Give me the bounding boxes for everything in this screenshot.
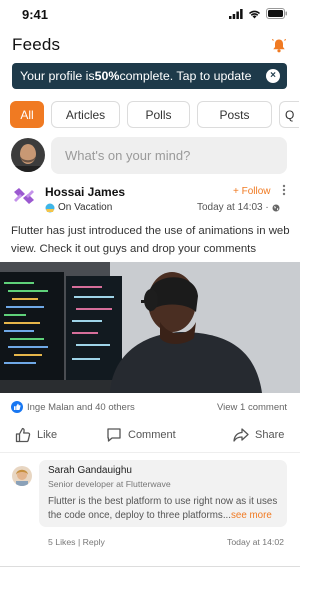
post-author-name[interactable]: Hossai James (45, 185, 125, 199)
bell-icon (271, 38, 287, 53)
status-icons (229, 8, 288, 19)
page-title: Feeds (12, 35, 61, 54)
commenter-role: Senior developer at Flutterwave (48, 479, 171, 489)
banner-text-end: complete. Tap to update (119, 69, 252, 83)
view-comments-link[interactable]: View 1 comment (217, 402, 287, 413)
comment-icon (107, 428, 121, 442)
follow-button[interactable]: + Follow (233, 186, 271, 197)
globe-icon (272, 204, 280, 211)
profile-completion-banner[interactable]: Your profile is 50% complete. Tap to upd… (12, 63, 287, 89)
share-label: Share (255, 429, 285, 441)
post-body-text: Flutter has just introduced the use of a… (11, 225, 290, 255)
tab-articles[interactable]: Articles (51, 101, 120, 128)
filter-tabs: All Articles Polls Posts Q (10, 101, 299, 128)
wifi-icon (248, 10, 261, 18)
likes-summary-label: Inge Malan and 40 others (27, 401, 135, 413)
vacation-emoji-icon (45, 203, 55, 212)
commenter-avatar[interactable] (12, 466, 32, 486)
tab-qa[interactable]: Q (279, 101, 299, 128)
likes-summary[interactable]: Inge Malan and 40 others (11, 401, 135, 413)
comment-meta[interactable]: 5 Likes | Reply (48, 537, 105, 547)
banner-close-button[interactable]: × (266, 69, 280, 83)
comment-button[interactable]: Comment (106, 427, 176, 443)
brand-logo-icon (14, 188, 34, 204)
commenter-name[interactable]: Sarah Gandauighu (48, 465, 278, 476)
tab-all[interactable]: All (10, 101, 44, 128)
like-button[interactable]: Like (15, 427, 57, 443)
post-mood-label: On Vacation (58, 202, 113, 213)
post-more-options-button[interactable] (281, 184, 287, 196)
post-mood: On Vacation (45, 202, 112, 213)
tab-polls[interactable]: Polls (127, 101, 190, 128)
see-more-link[interactable]: see more (231, 510, 272, 521)
post-timestamp: Today at 14:03 · (197, 202, 280, 213)
divider (0, 566, 300, 567)
status-time: 9:41 (22, 7, 49, 22)
notifications-button[interactable] (271, 38, 287, 58)
post-composer-input[interactable]: What's on your mind? (51, 137, 287, 174)
battery-icon (266, 8, 287, 19)
more-vertical-icon (282, 184, 286, 196)
divider (0, 452, 300, 453)
author-avatar[interactable] (12, 187, 36, 210)
share-icon (233, 428, 249, 442)
like-icon (15, 427, 31, 443)
post-time-label: Today at 14:03 · (197, 202, 269, 213)
post-image[interactable] (0, 262, 300, 393)
comment-bubble: Sarah Gandauighu Senior developer at Flu… (39, 460, 287, 527)
post-actions: Like Comment Share (0, 425, 300, 447)
signal-icon (229, 8, 243, 19)
thumbs-up-badge-icon (11, 401, 23, 413)
banner-percent: 50% (94, 69, 120, 83)
tab-posts[interactable]: Posts (197, 101, 272, 128)
comment-text: Flutter is the best platform to use righ… (48, 495, 278, 523)
share-button[interactable]: Share (233, 427, 284, 443)
comment-label: Comment (128, 429, 176, 441)
comment-timestamp: Today at 14:02 (227, 537, 284, 547)
current-user-avatar[interactable] (11, 138, 45, 172)
like-label: Like (37, 429, 58, 441)
banner-text-start: Your profile is (20, 69, 95, 83)
